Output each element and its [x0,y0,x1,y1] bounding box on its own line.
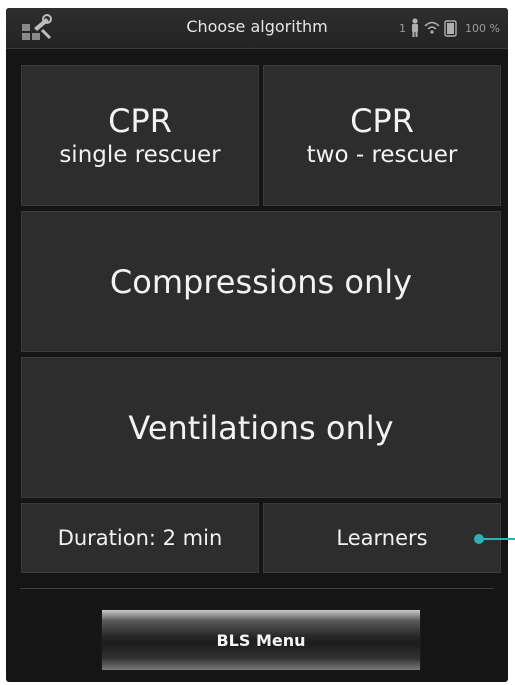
wifi-icon [424,21,440,34]
device-screen: Choose algorithm 1 100 % CPR single resc [6,8,508,682]
callout-dot [474,534,484,544]
status-bar: Choose algorithm 1 100 % [6,8,508,49]
learners-label: Learners [336,526,428,550]
users-count: 1 [399,21,407,35]
duration-label: Duration: 2 min [57,526,223,550]
ventilations-only-label: Ventilations only [128,408,394,447]
bls-menu-label: BLS Menu [216,630,306,650]
cpr-two-subtitle: two - rescuer [306,141,458,168]
cpr-single-rescuer-button[interactable]: CPR single rescuer [21,65,259,206]
person-icon [412,18,419,37]
battery-icon [444,20,457,37]
cpr-two-rescuer-button[interactable]: CPR two - rescuer [263,65,501,206]
bls-menu-button[interactable]: BLS Menu [101,609,421,671]
compressions-only-label: Compressions only [109,262,413,301]
duration-button[interactable]: Duration: 2 min [21,503,259,573]
learners-button[interactable]: Learners [263,503,501,573]
ventilations-only-button[interactable]: Ventilations only [21,357,501,498]
status-indicators: 1 100 % [399,16,500,40]
cpr-single-subtitle: single rescuer [59,141,221,168]
battery-percent: 100 % [465,21,500,35]
cpr-single-title: CPR [108,101,172,140]
cpr-two-title: CPR [350,101,414,140]
compressions-only-button[interactable]: Compressions only [21,211,501,352]
footer-divider [20,588,494,589]
